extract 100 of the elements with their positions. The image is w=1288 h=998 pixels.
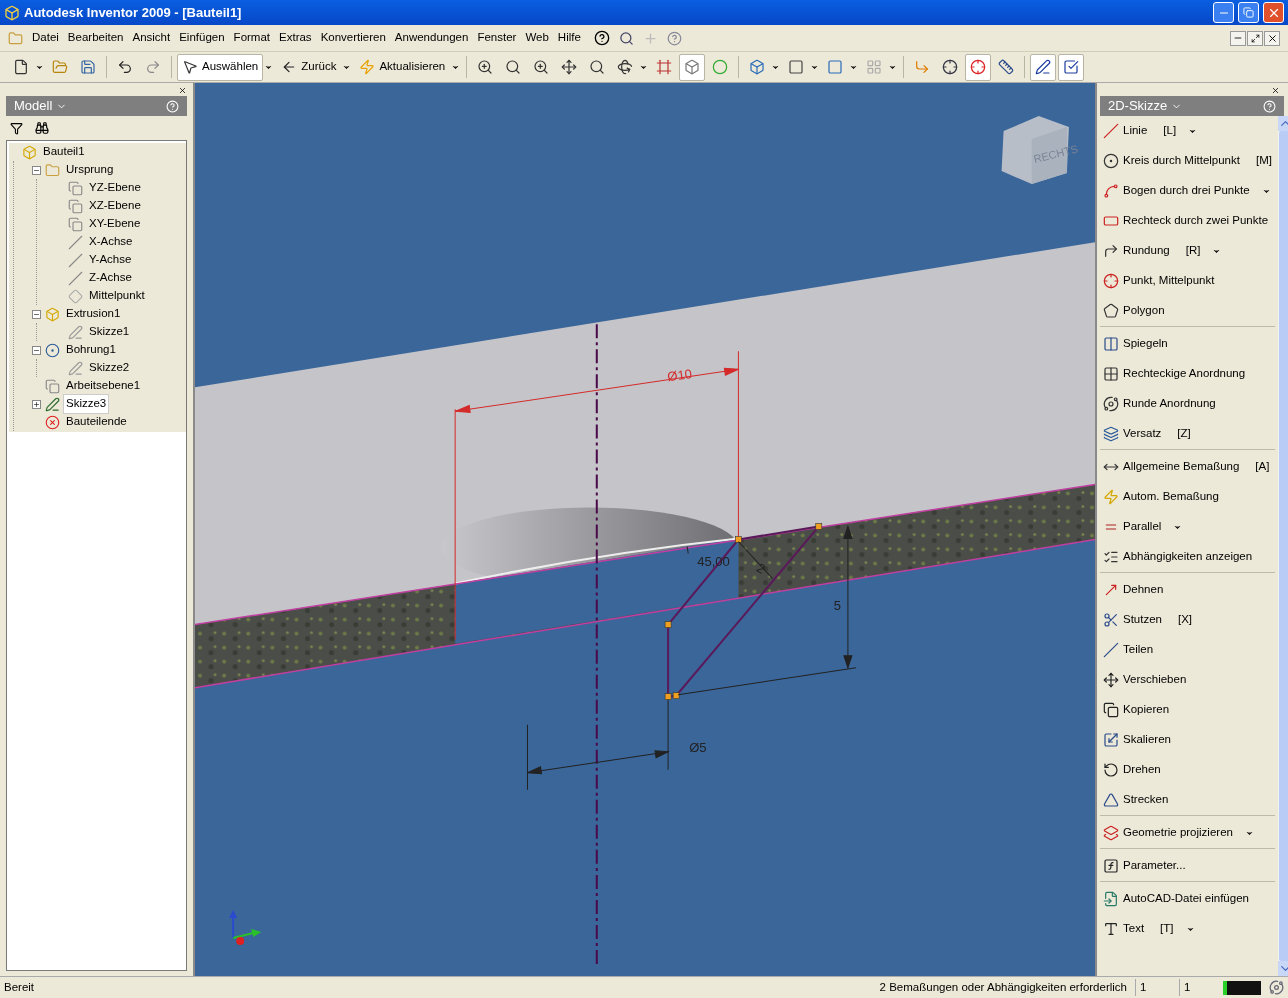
stretch-icon	[1103, 792, 1119, 808]
plane-icon	[68, 216, 83, 232]
tool-item[interactable]: Rechteck durch zwei Punkte	[1100, 206, 1275, 236]
hole-icon	[45, 342, 60, 358]
grid-icon	[1103, 366, 1119, 382]
tool-item[interactable]: Versatz [Z]	[1100, 419, 1275, 449]
menu-item[interactable]: Extras	[279, 29, 312, 47]
tree-item[interactable]: Ursprung	[64, 161, 116, 179]
move-icon	[1103, 672, 1119, 688]
tree-item[interactable]: X-Achse	[87, 233, 135, 251]
help-icon[interactable]	[593, 30, 610, 46]
tree-item[interactable]: Y-Achse	[87, 251, 134, 269]
tree-item[interactable]: Skizze1	[87, 323, 132, 341]
menu-item[interactable]: Hilfe	[557, 29, 581, 47]
menu-item[interactable]: Web	[525, 29, 549, 47]
lightning-icon	[359, 59, 376, 75]
tool-item[interactable]: Teilen	[1100, 635, 1275, 665]
help-download-icon[interactable]	[666, 30, 682, 46]
status-field: 1	[1179, 978, 1215, 997]
tool-item[interactable]: Kopieren	[1100, 695, 1275, 725]
magnifier-icon[interactable]	[618, 30, 634, 46]
extend-icon	[1103, 582, 1119, 598]
tool-item[interactable]: Runde Anordnung	[1100, 389, 1275, 419]
tool-item[interactable]: Text [T]	[1100, 914, 1275, 944]
close-icon[interactable]	[178, 86, 187, 95]
toolbar-button[interactable]: Zurück	[276, 53, 342, 81]
tool-item[interactable]: Skalieren	[1100, 725, 1275, 755]
tree-item[interactable]: Mittelpunkt	[87, 287, 147, 305]
tool-item[interactable]: Kreis durch Mittelpunkt [M]	[1100, 146, 1275, 176]
tool-item[interactable]: Autom. Bemaßung	[1100, 482, 1275, 512]
tool-item[interactable]: Punkt, Mittelpunkt	[1100, 266, 1275, 296]
filter-icon[interactable]	[10, 121, 23, 135]
tool-item[interactable]: Rechteckige Anordnung	[1100, 359, 1275, 389]
menu-item[interactable]: Fenster	[477, 29, 517, 47]
toolbar-button[interactable]	[965, 53, 992, 81]
expand-toggle[interactable]	[32, 399, 41, 409]
tool-item[interactable]: Abhängigkeiten anzeigen	[1100, 542, 1275, 572]
tool-item[interactable]: Allgemeine Bemaßung [A]	[1100, 452, 1275, 482]
axis-triad-icon	[229, 909, 262, 945]
memory-meter	[1223, 980, 1261, 995]
tree-item[interactable]: Z-Achse	[87, 269, 134, 287]
restore-document-button[interactable]	[1247, 30, 1263, 46]
cube-icon	[22, 144, 37, 160]
tool-item[interactable]: Geometrie projizieren	[1100, 818, 1275, 848]
menu-item[interactable]: Anwendungen	[394, 29, 469, 47]
tree-item[interactable]: YZ-Ebene	[87, 179, 143, 197]
tool-item[interactable]: Stutzen [X]	[1100, 605, 1275, 635]
menu-item[interactable]: Konvertieren	[320, 29, 386, 47]
panel-header[interactable]: 2D-Skizze	[1100, 96, 1284, 116]
tool-item[interactable]: Parameter...	[1100, 851, 1275, 881]
menu-item[interactable]: Ansicht	[132, 29, 171, 47]
tool-item[interactable]: Dehnen	[1100, 575, 1275, 605]
tree-item[interactable]: XZ-Ebene	[87, 197, 143, 215]
panel-header[interactable]: Modell	[6, 96, 187, 116]
tree-item[interactable]: Bauteilende	[64, 413, 129, 431]
close-icon[interactable]	[1271, 86, 1280, 95]
tool-item[interactable]: Drehen	[1100, 755, 1275, 785]
close-button[interactable]	[1263, 2, 1284, 23]
menu-item[interactable]: Einfügen	[179, 29, 225, 47]
binoculars-icon[interactable]	[35, 121, 49, 135]
tree-item[interactable]: Skizze2	[87, 359, 132, 377]
tool-item[interactable]: Parallel	[1100, 512, 1275, 542]
tool-item[interactable]: AutoCAD-Datei einfügen	[1100, 884, 1275, 914]
restore-icon	[1243, 7, 1254, 18]
cube-icon	[749, 59, 766, 75]
menu-item[interactable]: Datei	[32, 29, 59, 47]
menu-item[interactable]: Format	[233, 29, 271, 47]
tree-item[interactable]: Bohrung1	[64, 341, 118, 359]
close-document-button[interactable]	[1264, 30, 1280, 46]
plane-icon	[68, 198, 83, 214]
tree-item[interactable]: Bauteil1	[41, 143, 87, 161]
tool-item[interactable]: Spiegeln	[1100, 329, 1275, 359]
menu-item[interactable]: Bearbeiten	[67, 29, 124, 47]
toolbar-button[interactable]	[1030, 53, 1057, 81]
axis-icon	[68, 270, 83, 286]
toolbar-button[interactable]: Aktualisieren	[354, 53, 451, 81]
minimize-button[interactable]	[1213, 2, 1234, 23]
rotate-icon	[1103, 762, 1119, 778]
tool-item[interactable]: Polygon	[1100, 296, 1275, 326]
tool-item[interactable]: Linie [L]	[1100, 116, 1275, 146]
collapse-toggle[interactable]	[32, 309, 41, 319]
status-message: Bereit	[4, 979, 35, 995]
tree-item[interactable]: XY-Ebene	[87, 215, 143, 233]
scroll-up-icon[interactable]	[1277, 116, 1288, 131]
scrollbar[interactable]	[1277, 116, 1288, 976]
arc-icon	[1103, 183, 1119, 199]
tool-item[interactable]: Verschieben	[1100, 665, 1275, 695]
restore-button[interactable]	[1238, 2, 1259, 23]
toolbar-button[interactable]: Auswählen	[177, 53, 264, 81]
collapse-toggle[interactable]	[32, 345, 41, 355]
tool-item[interactable]: Strecken	[1100, 785, 1275, 815]
tool-item[interactable]: Rundung [R]	[1100, 236, 1275, 266]
scroll-down-icon[interactable]	[1277, 961, 1288, 976]
tool-item[interactable]: Bogen durch drei Punkte	[1100, 176, 1275, 206]
check-icon	[1063, 59, 1080, 75]
tree-item[interactable]: Arbeitsebene1	[64, 377, 143, 395]
polygon-icon	[1103, 303, 1119, 319]
tree-item[interactable]: Extrusion1	[64, 305, 123, 323]
tree-item[interactable]: Skizze3	[64, 395, 109, 413]
collapse-toggle[interactable]	[32, 165, 41, 175]
